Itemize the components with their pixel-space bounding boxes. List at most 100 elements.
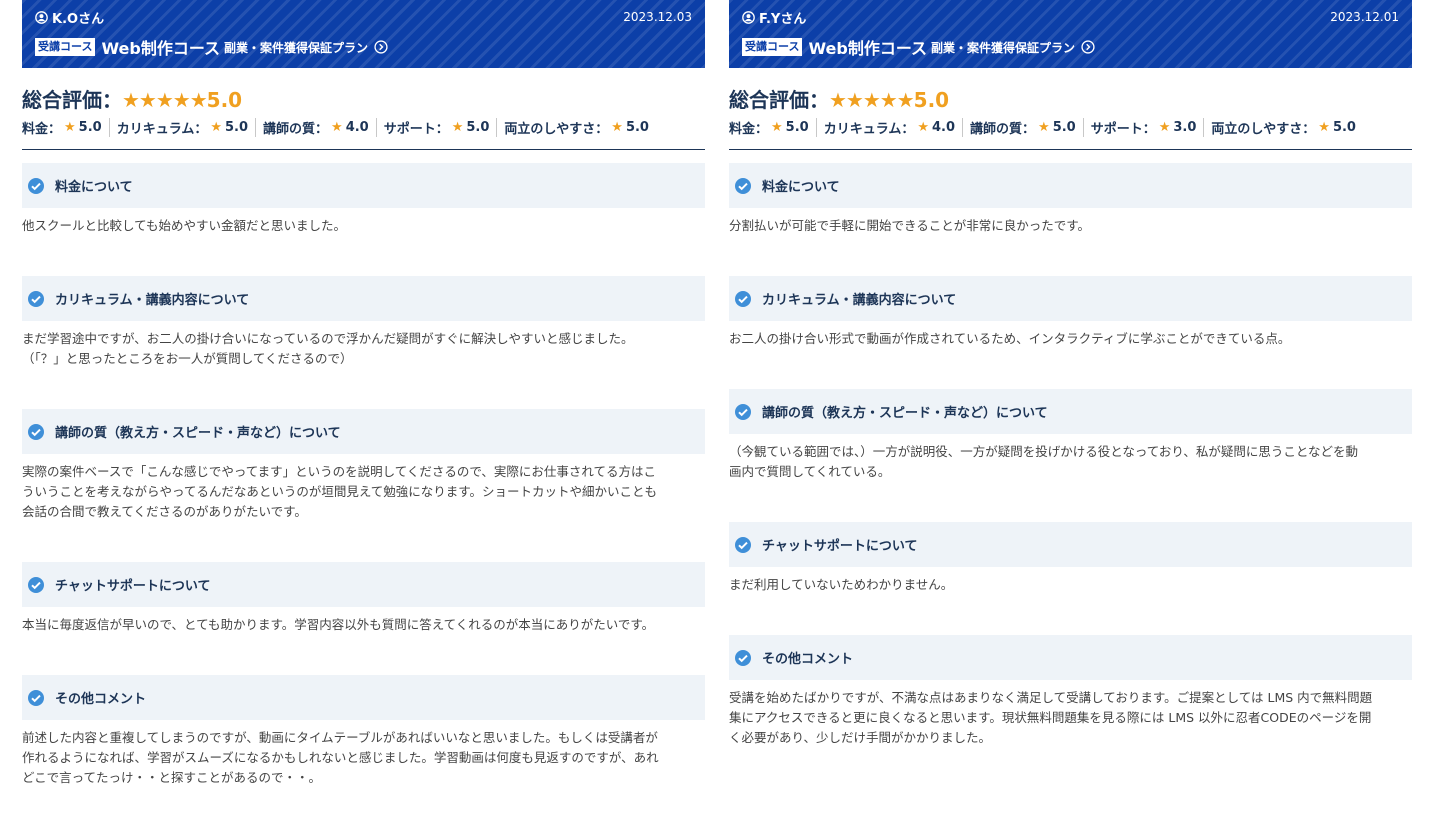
overall-score: 5.0 xyxy=(913,88,950,112)
star-icon: ★ xyxy=(64,120,76,135)
overall-score: 5.0 xyxy=(206,88,243,112)
check-circle-icon xyxy=(735,403,751,420)
section-title-chat-support: チャットサポートについて xyxy=(729,522,1412,567)
section-title-text: その他コメント xyxy=(55,692,147,707)
sub-rating-balance: 両立のしやすさ： ★ 5.0 xyxy=(1203,118,1356,137)
sub-rating-value: 5.0 xyxy=(785,120,809,135)
sub-rating-label: 講師の質： xyxy=(970,122,1036,137)
star-icon: ★ xyxy=(917,120,929,135)
review-date: 2023.12.03 xyxy=(623,10,692,24)
section-title-text: 講師の質（教え方・スピード・声など）について xyxy=(55,426,341,441)
section-title-curriculum: カリキュラム・講義内容について xyxy=(729,276,1412,321)
sub-rating-label: 料金： xyxy=(729,122,769,137)
overall-stars: ★★★★★ xyxy=(829,88,915,112)
section-title-instructor: 講師の質（教え方・スピード・声など）について xyxy=(729,389,1412,434)
course-link[interactable]: 受講コース Web制作コース 副業・案件獲得保証プラン xyxy=(35,35,388,59)
check-circle-icon xyxy=(735,177,751,194)
sub-rating-value: 3.0 xyxy=(1173,120,1197,135)
section-body: 受講を始めたばかりですが、不満な点はあまりなく満足して受講しております。ご提案と… xyxy=(729,690,1373,745)
divider xyxy=(22,149,705,150)
course-badge: 受講コース xyxy=(742,38,803,56)
star-icon: ★ xyxy=(771,120,783,135)
check-circle-icon xyxy=(735,290,751,307)
star-icon: ★ xyxy=(1158,120,1171,135)
user-icon xyxy=(35,11,48,24)
section-body: まだ利用していないためわかりません。 xyxy=(729,577,954,592)
reviewer: F.Yさん xyxy=(742,8,806,27)
check-circle-icon xyxy=(28,290,44,307)
section-title-text: カリキュラム・講義内容について xyxy=(55,293,250,308)
sub-rating-label: サポート： xyxy=(1090,122,1156,137)
course-plan: 副業・案件獲得保証プラン xyxy=(224,40,369,55)
section-title-price: 料金について xyxy=(22,163,705,208)
sub-rating-curriculum: カリキュラム： ★ 5.0 xyxy=(108,118,249,137)
star-icon: ★ xyxy=(1318,120,1330,135)
chevron-circle-right-icon xyxy=(1081,40,1095,54)
sub-rating-value: 5.0 xyxy=(625,120,649,135)
section-title-curriculum: カリキュラム・講義内容について xyxy=(22,276,705,321)
section-body: （今観ている範囲では、）一方が説明役、一方が疑問を投げかける役となっており、私が… xyxy=(729,444,1359,479)
review-header: F.Yさん 2023.12.01 受講コース Web制作コース 副業・案件獲得保… xyxy=(729,0,1412,68)
overall-label: 総合評価： xyxy=(22,88,122,112)
sub-rating-value: 4.0 xyxy=(345,120,369,135)
user-icon xyxy=(742,11,755,24)
sub-ratings: 料金： ★ 5.0 カリキュラム： ★ 5.0 講師の質： ★ 4.0 サポート… xyxy=(22,118,705,137)
check-circle-icon xyxy=(28,576,44,593)
sub-rating-value: 5.0 xyxy=(1332,120,1356,135)
check-circle-icon xyxy=(735,649,751,666)
divider xyxy=(729,149,1412,150)
sub-rating-label: 講師の質： xyxy=(263,122,329,137)
section-title-text: チャットサポートについて xyxy=(762,539,918,554)
star-icon: ★ xyxy=(611,120,623,135)
star-icon: ★ xyxy=(331,120,343,135)
section-body: 前述した内容と重複してしまうのですが、動画にタイムテーブルがあればいいなと思いま… xyxy=(22,730,659,785)
section-body: 実際の案件ベースで「こんな感じでやってます」というのを説明してくださるので、実際… xyxy=(22,464,658,519)
section-title-text: その他コメント xyxy=(762,652,854,667)
section-body: 分割払いが可能で手軽に開始できることが非常に良かったです。 xyxy=(729,218,1091,233)
course-name: Web制作コース xyxy=(101,39,221,58)
review-card: K.Oさん 2023.12.03 受講コース Web制作コース 副業・案件獲得保… xyxy=(22,0,705,815)
section-body: 他スクールと比較しても始めやすい金額だと思いました。 xyxy=(22,218,347,233)
section-body: 本当に毎度返信が早いので、とても助かります。学習内容以外も質問に答えてくれるのが… xyxy=(22,617,655,632)
sub-rating-label: カリキュラム： xyxy=(823,122,915,137)
sub-rating-support: サポート： ★ 5.0 xyxy=(375,118,490,137)
sub-rating-instructor: 講師の質： ★ 5.0 xyxy=(962,118,1076,137)
reviewer: K.Oさん xyxy=(35,8,104,27)
sub-rating-label: 料金： xyxy=(22,122,62,137)
reviews-grid: K.Oさん 2023.12.03 受講コース Web制作コース 副業・案件獲得保… xyxy=(0,0,1436,785)
chevron-circle-right-icon xyxy=(374,40,388,54)
sub-rating-price: 料金： ★ 5.0 xyxy=(729,118,809,137)
sub-rating-value: 5.0 xyxy=(466,120,490,135)
sub-rating-price: 料金： ★ 5.0 xyxy=(22,118,102,137)
section-title-chat-support: チャットサポートについて xyxy=(22,562,705,607)
section-title-instructor: 講師の質（教え方・スピード・声など）について xyxy=(22,409,705,454)
sub-rating-label: 両立のしやすさ： xyxy=(1211,122,1316,137)
sub-rating-value: 5.0 xyxy=(224,120,249,135)
sub-rating-value: 5.0 xyxy=(1052,120,1076,135)
overall-rating: 総合評価： ★★★★★ 5.0 xyxy=(22,84,705,113)
sub-ratings: 料金： ★ 5.0 カリキュラム： ★ 4.0 講師の質： ★ 5.0 サポート… xyxy=(729,118,1412,137)
check-circle-icon xyxy=(28,423,44,440)
sub-rating-support: サポート： ★ 3.0 xyxy=(1082,118,1197,137)
sub-rating-label: カリキュラム： xyxy=(116,122,208,137)
sub-rating-instructor: 講師の質： ★ 4.0 xyxy=(255,118,369,137)
review-date: 2023.12.01 xyxy=(1330,10,1399,24)
section-body: お二人の掛け合い形式で動画が作成されているため、インタラクティブに学ぶことができ… xyxy=(729,331,1291,346)
reviewer-name: F.Yさん xyxy=(759,12,807,27)
overall-label: 総合評価： xyxy=(729,88,829,112)
review-header: K.Oさん 2023.12.03 受講コース Web制作コース 副業・案件獲得保… xyxy=(22,0,705,68)
star-icon: ★ xyxy=(451,120,464,135)
check-circle-icon xyxy=(735,536,751,553)
course-link[interactable]: 受講コース Web制作コース 副業・案件獲得保証プラン xyxy=(742,35,1095,59)
course-badge: 受講コース xyxy=(35,38,96,56)
section-title-text: チャットサポートについて xyxy=(55,579,211,594)
section-title-text: 講師の質（教え方・スピード・声など）について xyxy=(762,406,1048,421)
section-title-other: その他コメント xyxy=(729,635,1412,680)
section-title-text: 料金について xyxy=(55,180,133,195)
course-plan: 副業・案件獲得保証プラン xyxy=(931,40,1076,55)
sub-rating-curriculum: カリキュラム： ★ 4.0 xyxy=(815,118,955,137)
sub-rating-balance: 両立のしやすさ： ★ 5.0 xyxy=(496,118,649,137)
check-circle-icon xyxy=(28,689,44,706)
section-body: まだ学習途中ですが、お二人の掛け合いになっているので浮かんだ疑問がすぐに解決しや… xyxy=(22,331,634,366)
sub-rating-label: 両立のしやすさ： xyxy=(504,122,609,137)
